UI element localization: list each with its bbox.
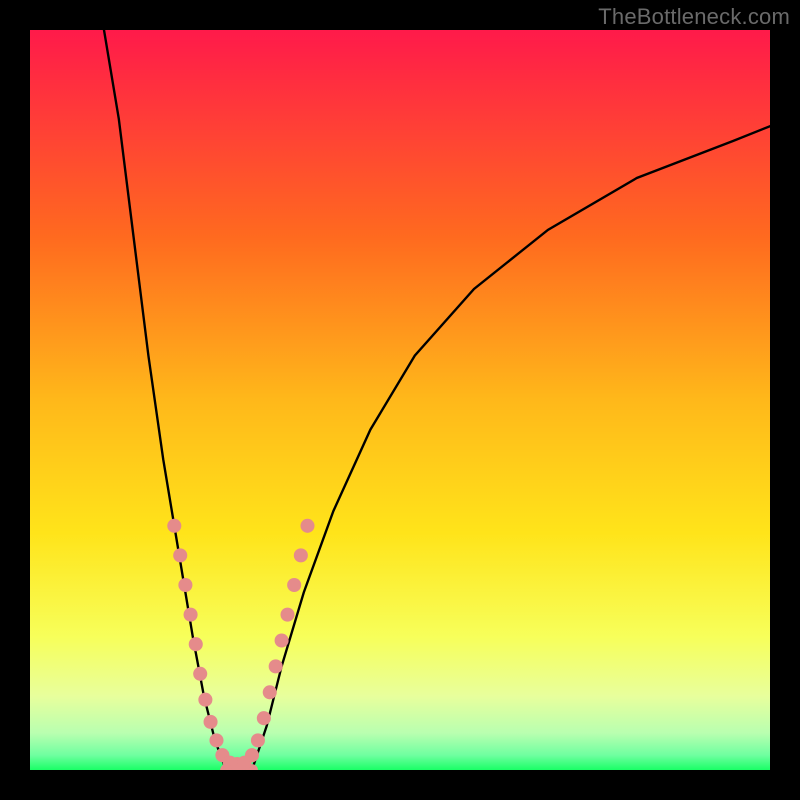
chart-frame: TheBottleneck.com — [0, 0, 800, 800]
highlight-dot — [280, 608, 294, 622]
highlight-dot — [294, 548, 308, 562]
curve-layer — [30, 30, 770, 770]
plot-area — [30, 30, 770, 770]
highlight-dot — [173, 548, 187, 562]
highlight-dot — [167, 519, 181, 533]
highlight-dot — [189, 637, 203, 651]
highlight-dot — [275, 633, 289, 647]
highlight-dot — [251, 733, 265, 747]
right-curve — [252, 126, 770, 770]
highlight-dot — [287, 578, 301, 592]
highlight-dot — [178, 578, 192, 592]
highlight-dot — [263, 685, 277, 699]
highlight-dot — [257, 711, 271, 725]
highlight-dot — [198, 693, 212, 707]
highlight-dot — [184, 608, 198, 622]
left-curve — [104, 30, 226, 770]
highlight-dots — [167, 519, 314, 770]
highlight-dot — [245, 748, 259, 762]
highlight-dot — [300, 519, 314, 533]
highlight-dot — [209, 733, 223, 747]
watermark-label: TheBottleneck.com — [598, 4, 790, 30]
highlight-dot — [193, 667, 207, 681]
highlight-dot — [269, 659, 283, 673]
highlight-dot — [204, 715, 218, 729]
